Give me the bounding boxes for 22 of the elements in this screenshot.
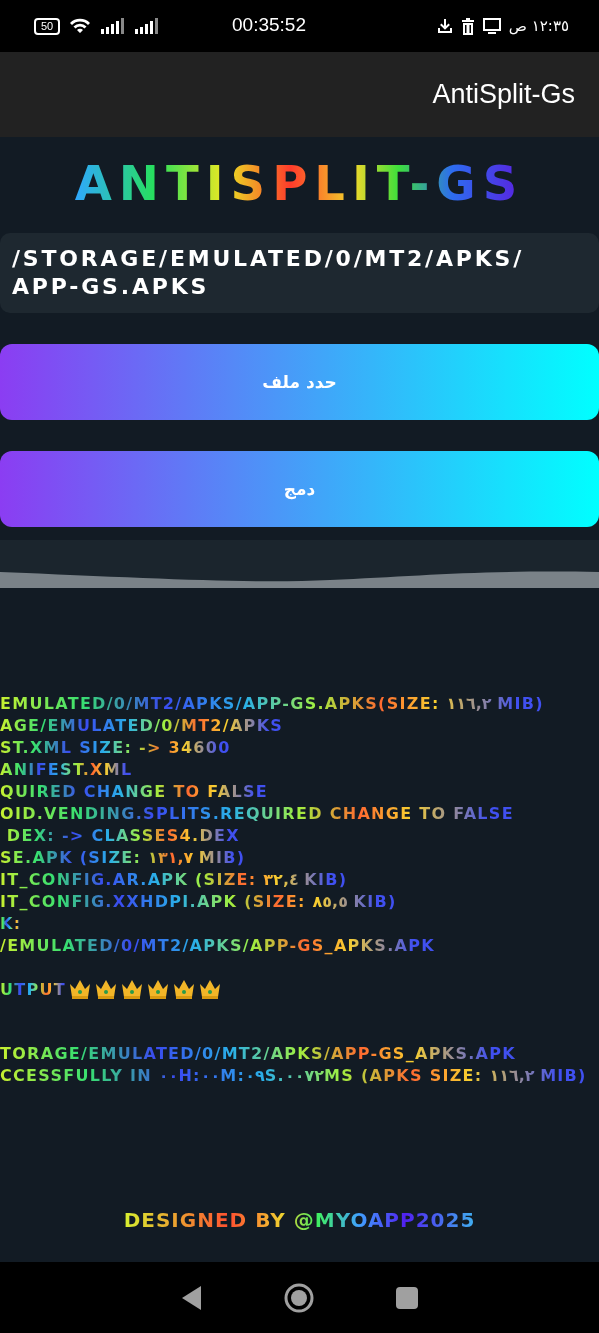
download-icon <box>436 18 453 34</box>
crown-icon <box>172 978 197 1000</box>
wifi-icon <box>68 17 93 35</box>
trash-icon <box>460 17 475 35</box>
crown-icon <box>120 978 145 1000</box>
home-icon[interactable] <box>284 1282 315 1313</box>
recents-icon[interactable] <box>396 1286 419 1309</box>
signal-icon <box>134 18 161 34</box>
app-title: AntiSplit-Gs <box>432 79 575 110</box>
action-button[interactable]: دمج <box>0 451 599 527</box>
back-icon[interactable] <box>180 1284 203 1311</box>
crown-icon <box>198 978 223 1000</box>
path-field[interactable]: /STORAGE/EMULATED/0/MT2/APKS/APP-GS.APKS <box>0 233 599 313</box>
battery-icon: 50 <box>34 17 61 35</box>
crown-icon <box>146 978 171 1000</box>
status-time: ١٢:٣٥ ص <box>508 17 569 35</box>
monitor-icon <box>482 18 501 34</box>
status-clock: 00:35:52 <box>232 14 306 36</box>
crown-icon <box>94 978 119 1000</box>
signal-icon <box>100 18 127 34</box>
crown-icon <box>68 978 93 1000</box>
action-button[interactable]: حدد ملف <box>0 344 599 420</box>
